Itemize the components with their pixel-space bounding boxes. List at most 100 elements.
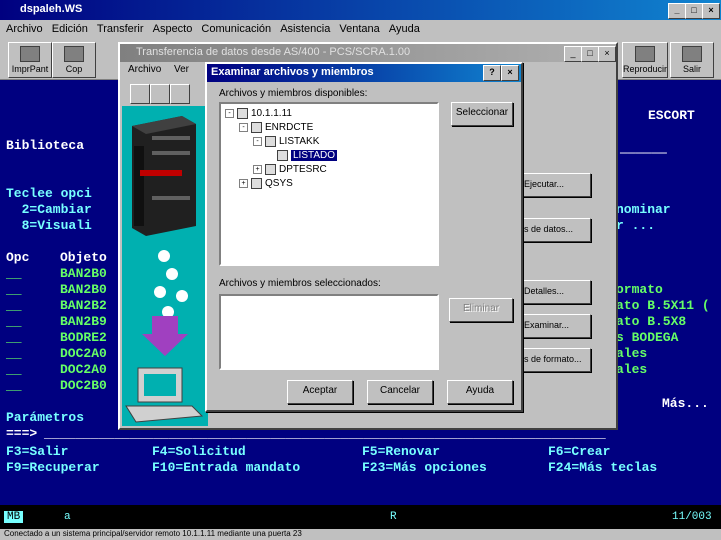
terminal-more-indicator: Más... [662, 396, 709, 411]
object-name: BAN2B9 [60, 314, 107, 329]
exit-icon [682, 46, 702, 62]
terminal-status-bar: MB a R 11/003 [0, 505, 721, 529]
collapse-icon[interactable]: - [239, 123, 248, 132]
transfer-minimize-button[interactable]: _ [564, 46, 582, 62]
fkey-f5[interactable]: F5=Renovar [362, 444, 440, 459]
menu-asistencia[interactable]: Asistencia [280, 23, 330, 35]
fkey-f23[interactable]: F23=Más opciones [362, 460, 487, 475]
help-button[interactable]: Ayuda [447, 380, 513, 404]
terminal-right-nominar: nominar [616, 202, 671, 217]
terminal-header-objeto: Objeto [60, 250, 107, 265]
fkey-f6[interactable]: F6=Crear [548, 444, 610, 459]
opc-field[interactable]: __ [6, 362, 22, 377]
data-options-button[interactable]: s de datos... [520, 218, 591, 242]
transfer-window-title-bar: Transferencia de datos desde AS/400 - PC… [120, 44, 616, 62]
print-screen-button[interactable]: ImprPant [8, 42, 52, 78]
copy-button[interactable]: Cop [52, 42, 96, 78]
expand-icon[interactable]: + [253, 165, 262, 174]
accept-button[interactable]: Aceptar [287, 380, 353, 404]
terminal-header-opc: Opc [6, 250, 30, 265]
opc-field[interactable]: __ [6, 298, 22, 313]
fkey-f4[interactable]: F4=Solicitud [152, 444, 246, 459]
browse-button[interactable]: Examinar... [520, 314, 591, 338]
minimize-button[interactable]: _ [668, 3, 686, 19]
transfer-illustration [122, 106, 208, 426]
tree-item[interactable]: + DPTESRC [253, 164, 327, 175]
new-icon[interactable] [130, 84, 150, 104]
dialog-close-icon[interactable]: × [501, 65, 519, 81]
execute-button[interactable]: Ejecutar... [520, 173, 591, 197]
object-name: DOC2B0 [60, 378, 107, 393]
fkey-f10[interactable]: F10=Entrada mandato [152, 460, 300, 475]
expand-icon[interactable]: + [239, 179, 248, 188]
menu-comunicacion[interactable]: Comunicación [201, 23, 271, 35]
menu-transferir[interactable]: Transferir [97, 23, 144, 35]
opc-field[interactable]: __ [6, 346, 22, 361]
menu-ayuda[interactable]: Ayuda [389, 23, 420, 35]
terminal-parametros: Parámetros [6, 410, 85, 425]
dialog-help-icon[interactable]: ? [483, 65, 501, 81]
file-icon [265, 136, 276, 147]
collapse-icon[interactable]: - [253, 137, 262, 146]
object-name: BODRE2 [60, 330, 107, 345]
fkey-f3[interactable]: F3=Salir [6, 444, 68, 459]
object-desc: ato B.5X8 [616, 314, 687, 329]
connection-status-text: Conectado a un sistema principal/servido… [4, 529, 302, 538]
close-button[interactable]: × [702, 3, 720, 19]
status-a: a [64, 511, 71, 523]
transfer-menu-archivo[interactable]: Archivo [128, 64, 161, 75]
opc-field[interactable]: __ [6, 314, 22, 329]
remove-button[interactable]: Eliminar [449, 298, 513, 322]
object-name: BAN2B2 [60, 298, 107, 313]
transfer-menu-ver[interactable]: Ver [174, 64, 189, 75]
available-files-label: Archivos y miembros disponibles: [219, 88, 368, 99]
member-icon [277, 150, 288, 161]
play-button[interactable]: Reproducir [622, 42, 668, 78]
fkey-f24[interactable]: F24=Más teclas [548, 460, 657, 475]
terminal-prompt: ===> [6, 426, 38, 441]
tree-item[interactable]: - ENRDCTE [239, 122, 313, 133]
selected-files-list[interactable] [219, 294, 439, 370]
terminal-right-r: r ... [616, 218, 656, 233]
transfer-window-title: Transferencia de datos desde AS/400 - PC… [136, 46, 411, 58]
terminal-system-name: ESCORT [648, 108, 695, 123]
available-files-tree[interactable]: -10.1.1.11 - ENRDCTE - LISTAKK LISTADO + DP… [219, 102, 439, 266]
menu-ventana[interactable]: Ventana [339, 23, 379, 35]
terminal-biblioteca: Biblioteca [6, 138, 85, 153]
opc-field[interactable]: __ [6, 330, 22, 345]
tree-item[interactable]: - LISTAKK [253, 136, 319, 147]
maximize-button[interactable]: □ [685, 3, 703, 19]
tree-item[interactable]: + QSYS [239, 178, 293, 189]
details-button[interactable]: Detalles... [520, 280, 591, 304]
main-window-title: dspaleh.WS [20, 3, 83, 15]
open-icon[interactable] [150, 84, 170, 104]
cancel-button[interactable]: Cancelar [367, 380, 433, 404]
opc-field[interactable]: __ [6, 282, 22, 297]
browse-files-dialog: Examinar archivos y miembros ? × Archivo… [205, 62, 523, 412]
copy-icon [64, 46, 84, 62]
menu-edicion[interactable]: Edición [52, 23, 88, 35]
opc-field[interactable]: __ [6, 378, 22, 393]
object-name: DOC2A0 [60, 346, 107, 361]
tree-item-selected[interactable]: LISTADO [277, 150, 338, 162]
menu-archivo[interactable]: Archivo [6, 23, 43, 35]
collapse-icon[interactable]: - [225, 109, 234, 118]
main-menu-bar: Archivo Edición Transferir Aspecto Comun… [0, 20, 721, 38]
status-mode: MB [4, 511, 24, 523]
library-icon [251, 178, 262, 189]
object-desc: ales [616, 362, 648, 377]
transfer-close-button[interactable]: × [598, 46, 616, 62]
connection-status-bar: Conectado a un sistema principal/servido… [0, 529, 721, 540]
object-desc: ormato [616, 282, 663, 297]
tree-item[interactable]: -10.1.1.11 [225, 108, 292, 119]
select-button[interactable]: Seleccionar [451, 102, 513, 126]
menu-aspecto[interactable]: Aspecto [153, 23, 193, 35]
object-name: BAN2B0 [60, 282, 107, 297]
dialog-title-bar: Examinar archivos y miembros ? × [207, 64, 521, 82]
save-icon[interactable] [170, 84, 190, 104]
fkey-f9[interactable]: F9=Recuperar [6, 460, 100, 475]
transfer-maximize-button[interactable]: □ [581, 46, 599, 62]
opc-field[interactable]: __ [6, 266, 22, 281]
exit-button[interactable]: Salir [670, 42, 714, 78]
format-options-button[interactable]: s de formato... [520, 348, 591, 372]
